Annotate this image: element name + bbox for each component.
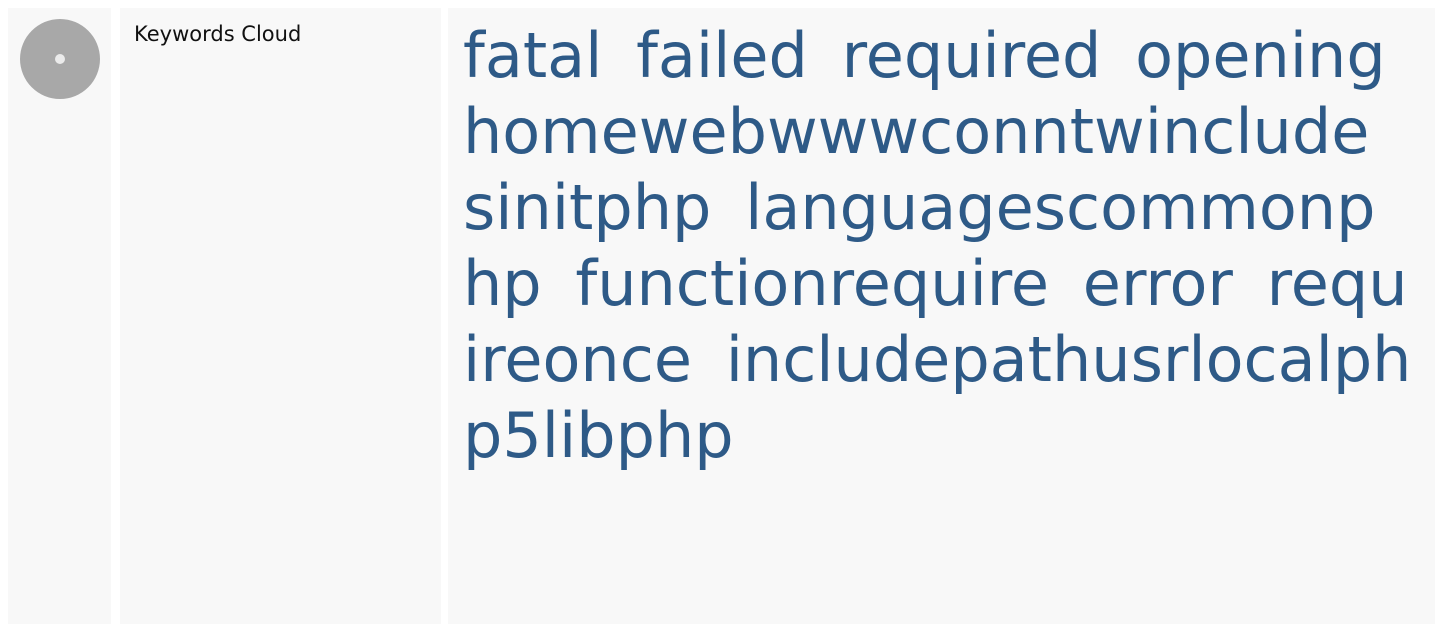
keyword: homewebwwwconntwinclude: [463, 95, 1370, 168]
section-title: Keywords Cloud: [134, 22, 302, 46]
keyword: failed: [636, 19, 808, 92]
keyword: fatal: [463, 19, 603, 92]
label-column: Keywords Cloud: [120, 8, 441, 624]
icon-column: [8, 8, 111, 624]
keyword: sinitphp: [463, 171, 712, 244]
keywords-panel: fatal failed required opening homewebwww…: [448, 8, 1435, 624]
keyword: functionrequire: [575, 247, 1050, 320]
keyword: error: [1082, 247, 1233, 320]
keywords-cloud-row: Keywords Cloud fatal failed required ope…: [0, 0, 1443, 624]
keyword-cloud: fatal failed required opening homewebwww…: [463, 18, 1413, 474]
keyword: required: [841, 19, 1102, 92]
keyword: opening: [1135, 19, 1386, 92]
disc-icon: [20, 19, 100, 99]
